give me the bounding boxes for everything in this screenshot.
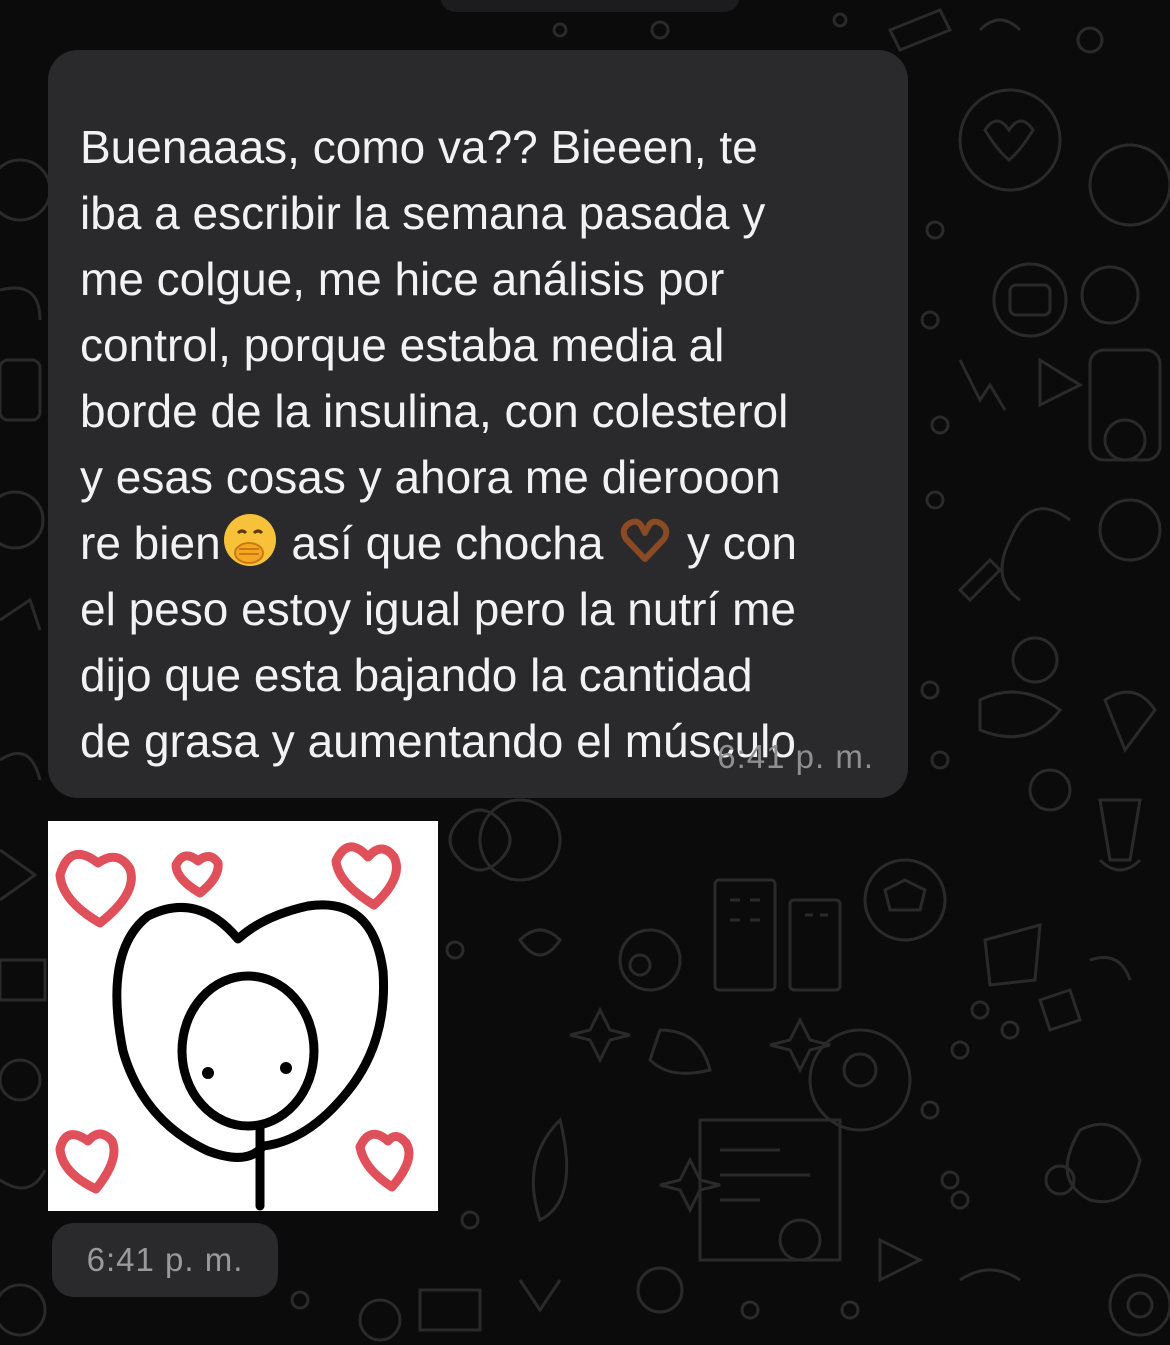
message-timestamp: 6:41 p. m. (717, 738, 874, 775)
message-line: iba a escribir la semana pasada y (80, 187, 766, 239)
message-line: Buenaaas, como va?? Bieeen, te (80, 121, 758, 173)
date-pill-partial (440, 0, 740, 12)
stick-figure-heart-sticker (55, 842, 414, 1211)
message-text: así que chocha (278, 517, 617, 569)
message-line: el peso estoy igual pero la nutrí me (80, 583, 796, 635)
sticker-timestamp: 6:41 p. m. (52, 1223, 278, 1297)
message-line: me colgue, me hice análisis por (80, 253, 725, 305)
message-text: re bien (80, 517, 221, 569)
chat-screen: { "message": { "lines": [ "Buenaaas, com… (0, 0, 1170, 1345)
message-line-with-emojis: re bien así que chocha y con (80, 510, 880, 576)
message-line: dijo que esta bajando la cantidad (80, 649, 753, 701)
heart-hands-icon (621, 518, 670, 562)
message-line: control, porque estaba media al (80, 319, 725, 371)
face-with-hand-over-mouth-icon (223, 514, 276, 566)
message-text: y con (674, 517, 797, 569)
message-line: y esas cosas y ahora me dierooon (80, 451, 781, 503)
heart-sticker[interactable] (48, 821, 438, 1211)
message-line: borde de la insulina, con colesterol (80, 385, 789, 437)
incoming-message-bubble[interactable]: Buenaaas, como va?? Bieeen, te iba a esc… (48, 50, 908, 798)
